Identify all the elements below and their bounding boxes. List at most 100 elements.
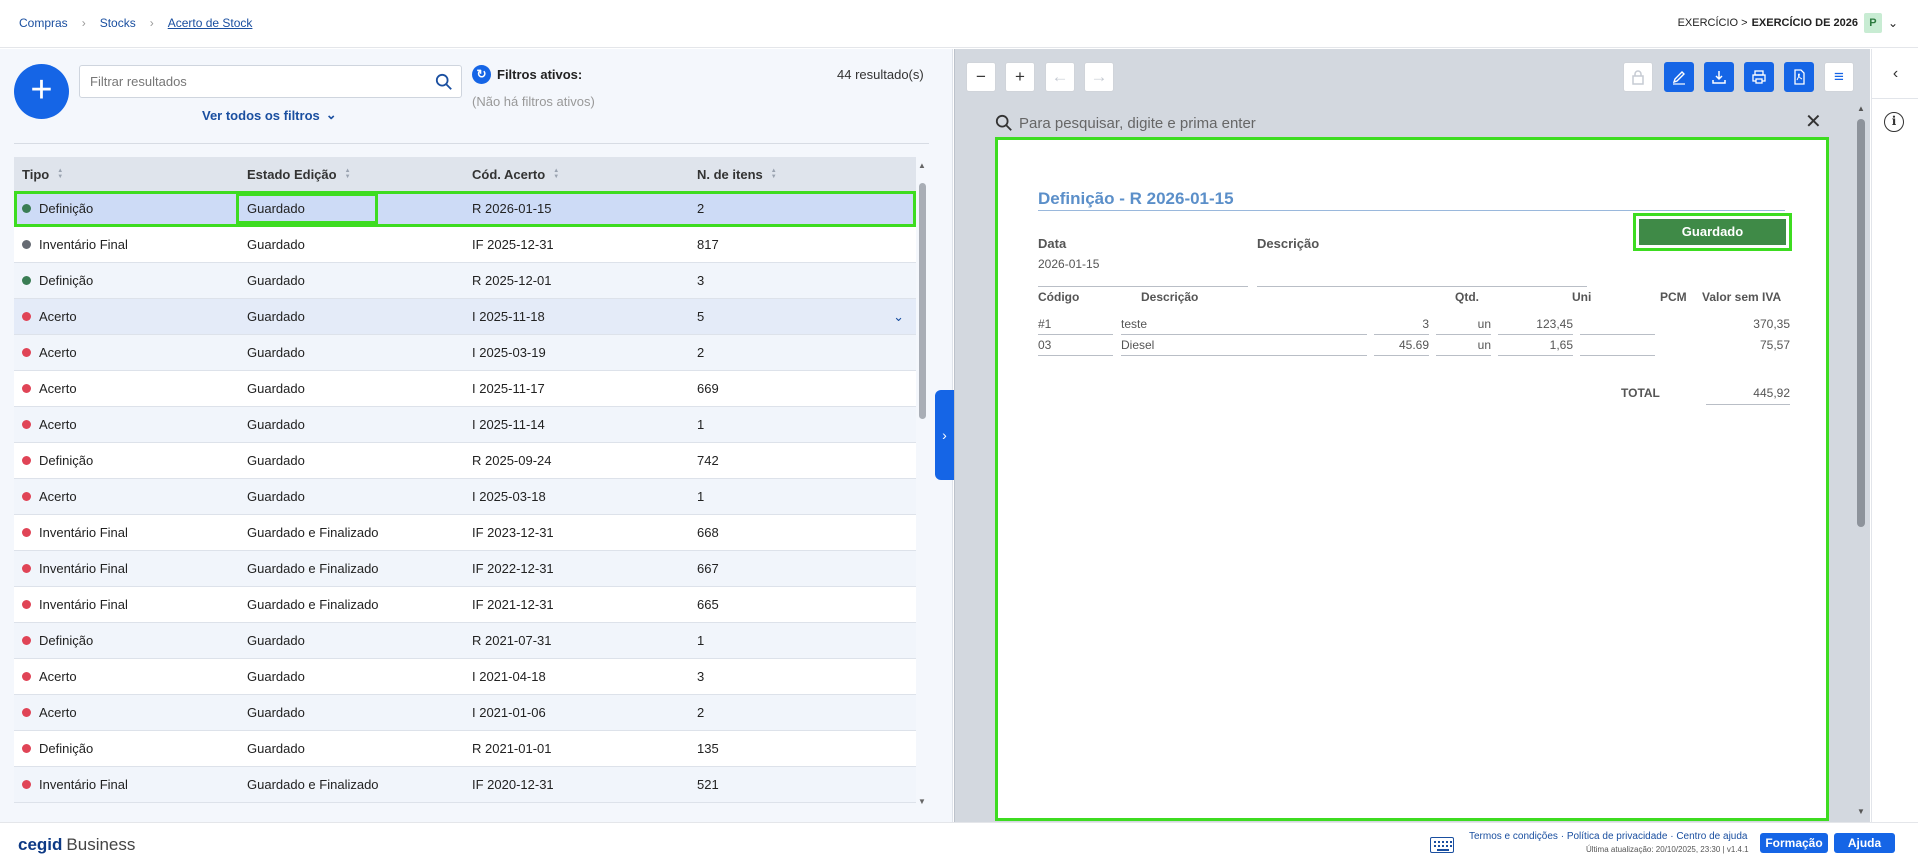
chevron-left-icon[interactable]: ‹	[1872, 49, 1918, 99]
table-row[interactable]: Definição Guardado R 2021-01-01 135	[14, 731, 916, 767]
line-underline	[1436, 355, 1491, 356]
col-uni: Uni	[1572, 290, 1592, 304]
top-bar: Compras › Stocks › Acerto de Stock EXERC…	[0, 0, 1918, 48]
cell-tipo: Acerto	[14, 705, 239, 720]
table-row[interactable]: Inventário Final Guardado e Finalizado IF …	[14, 587, 916, 623]
print-button[interactable]	[1744, 62, 1774, 92]
breadcrumb-stocks[interactable]: Stocks	[100, 16, 136, 30]
pdf-icon	[1794, 69, 1805, 85]
col-descricao: Descrição	[1141, 290, 1199, 304]
table-row[interactable]: Acerto Guardado I 2025-11-18 5 ⌄	[14, 299, 916, 335]
table-row[interactable]: Acerto Guardado I 2025-11-14 1	[14, 407, 916, 443]
status-dot	[22, 204, 31, 213]
line-underline	[1580, 334, 1655, 335]
header-n-itens[interactable]: N. de itens ▲ ▼	[689, 167, 916, 182]
table-row[interactable]: Definição Guardado R 2026-01-15 2	[14, 191, 916, 227]
cell-estado: Guardado	[247, 741, 305, 756]
search-icon[interactable]	[435, 73, 453, 91]
table-row[interactable]: Definição Guardado R 2025-09-24 742	[14, 443, 916, 479]
cell-cod: R 2026-01-15	[472, 201, 552, 216]
divider	[14, 143, 929, 144]
cell-cod: I 2025-11-18	[472, 309, 545, 324]
search-box[interactable]	[79, 65, 462, 98]
chevron-down-icon[interactable]: ⌄	[893, 309, 904, 325]
edit-button[interactable]	[1664, 62, 1694, 92]
zoom-in-button[interactable]: +	[1005, 62, 1035, 92]
cell-n-itens: 667	[697, 561, 719, 576]
header-estado[interactable]: Estado Edição ▲ ▼	[239, 167, 464, 182]
info-icon[interactable]: i	[1884, 112, 1904, 132]
table-row[interactable]: Inventário Final Guardado e Finalizado IF …	[14, 767, 916, 803]
cell-cod: IF 2025-12-31	[472, 237, 554, 252]
table-row[interactable]: Acerto Guardado I 2021-04-18 3	[14, 659, 916, 695]
table-row[interactable]: Inventário Final Guardado e Finalizado IF …	[14, 551, 916, 587]
cell-n-itens: 1	[697, 633, 705, 648]
line-underline	[1498, 355, 1573, 356]
scroll-thumb[interactable]	[1857, 119, 1865, 527]
exercise-selector[interactable]: EXERCÍCIO > EXERCÍCIO DE 2026 P ⌄	[1678, 13, 1898, 33]
cell-cod: IF 2021-12-31	[472, 597, 554, 612]
cell-n-itens: 742	[697, 453, 719, 468]
lock-button[interactable]	[1623, 62, 1653, 92]
download-button[interactable]	[1704, 62, 1734, 92]
header-tipo[interactable]: Tipo ▲ ▼	[14, 167, 239, 182]
menu-button[interactable]: ≡	[1824, 62, 1854, 92]
formacao-button[interactable]: Formação	[1760, 833, 1828, 853]
cell-estado: Guardado	[247, 273, 305, 288]
pdf-button[interactable]	[1784, 62, 1814, 92]
line-underline	[1436, 334, 1491, 335]
edit-icon	[1672, 71, 1685, 85]
list-scrollbar[interactable]: ▲ ▼	[917, 161, 927, 806]
total-underline	[1706, 404, 1790, 405]
last-updated: Última atualização: 20/10/2025, 23:30 | …	[1586, 845, 1749, 854]
ajuda-button[interactable]: Ajuda	[1834, 833, 1895, 853]
see-all-filters-link[interactable]: Ver todos os filtros ⌄	[202, 107, 337, 123]
cell-cod: R 2021-07-31	[472, 633, 552, 648]
close-icon[interactable]: ✕	[1805, 109, 1822, 134]
chevron-down-icon[interactable]: ⌄	[1888, 16, 1898, 30]
line-valor: 75,57	[1759, 338, 1790, 352]
header-cod[interactable]: Cód. Acerto ▲ ▼	[464, 167, 689, 182]
table-row[interactable]: Acerto Guardado I 2025-11-17 669	[14, 371, 916, 407]
viewer-search[interactable]: Para pesquisar, digite e prima enter	[995, 114, 1256, 132]
table-row[interactable]: Acerto Guardado I 2025-03-18 1	[14, 479, 916, 515]
cell-estado: Guardado	[247, 237, 305, 252]
table-row[interactable]: Acerto Guardado I 2021-01-06 2	[14, 695, 916, 731]
line-underline	[1374, 334, 1429, 335]
cell-n-itens: 3	[697, 669, 705, 684]
viewer-scrollbar[interactable]: ▲ ▼	[1855, 104, 1867, 819]
breadcrumb-current[interactable]: Acerto de Stock	[168, 16, 253, 30]
collapse-panel-button[interactable]: ›	[935, 390, 954, 480]
descricao-label: Descrição	[1257, 236, 1320, 251]
next-button[interactable]: →	[1084, 62, 1114, 92]
status-dot	[22, 672, 31, 681]
table-row[interactable]: Definição Guardado R 2021-07-31 1	[14, 623, 916, 659]
scroll-thumb[interactable]	[919, 183, 926, 419]
keyboard-icon[interactable]	[1430, 837, 1454, 853]
line-pcm: 123,45	[1536, 317, 1573, 331]
viewer-search-placeholder[interactable]: Para pesquisar, digite e prima enter	[1019, 115, 1256, 132]
search-input[interactable]	[80, 66, 410, 97]
footer-links[interactable]: Termos e condições · Política de privaci…	[1469, 831, 1747, 842]
cell-n-itens: 817	[697, 237, 719, 252]
status-dot	[22, 276, 31, 285]
cell-cod: I 2021-04-18	[472, 669, 546, 684]
table-row[interactable]: Acerto Guardado I 2025-03-19 2	[14, 335, 916, 371]
breadcrumb-compras[interactable]: Compras	[19, 16, 68, 30]
document-viewer: − + ← → ≡ Para pesquisar, digite e prima…	[954, 49, 1870, 822]
cell-tipo: Definição	[14, 633, 239, 648]
zoom-out-button[interactable]: −	[966, 62, 996, 92]
refresh-icon[interactable]: ↻	[472, 65, 491, 84]
scroll-down-icon: ▼	[918, 797, 926, 806]
previous-button[interactable]: ←	[1045, 62, 1075, 92]
table-body: Definição Guardado R 2026-01-15 2 Inventário…	[14, 191, 916, 803]
field-underline	[1257, 286, 1587, 287]
cell-tipo: Inventário Final	[14, 777, 239, 792]
table-row[interactable]: Definição Guardado R 2025-12-01 3	[14, 263, 916, 299]
table-row[interactable]: Inventário Final Guardado e Finalizado IF …	[14, 515, 916, 551]
add-button[interactable]: +	[14, 64, 69, 119]
active-filters: ↻ Filtros ativos: (Não há filtros ativos…	[472, 65, 595, 109]
cell-estado: Guardado	[247, 381, 305, 396]
table-row[interactable]: Inventário Final Guardado IF 2025-12-31 817	[14, 227, 916, 263]
cell-estado: Guardado e Finalizado	[247, 777, 379, 792]
